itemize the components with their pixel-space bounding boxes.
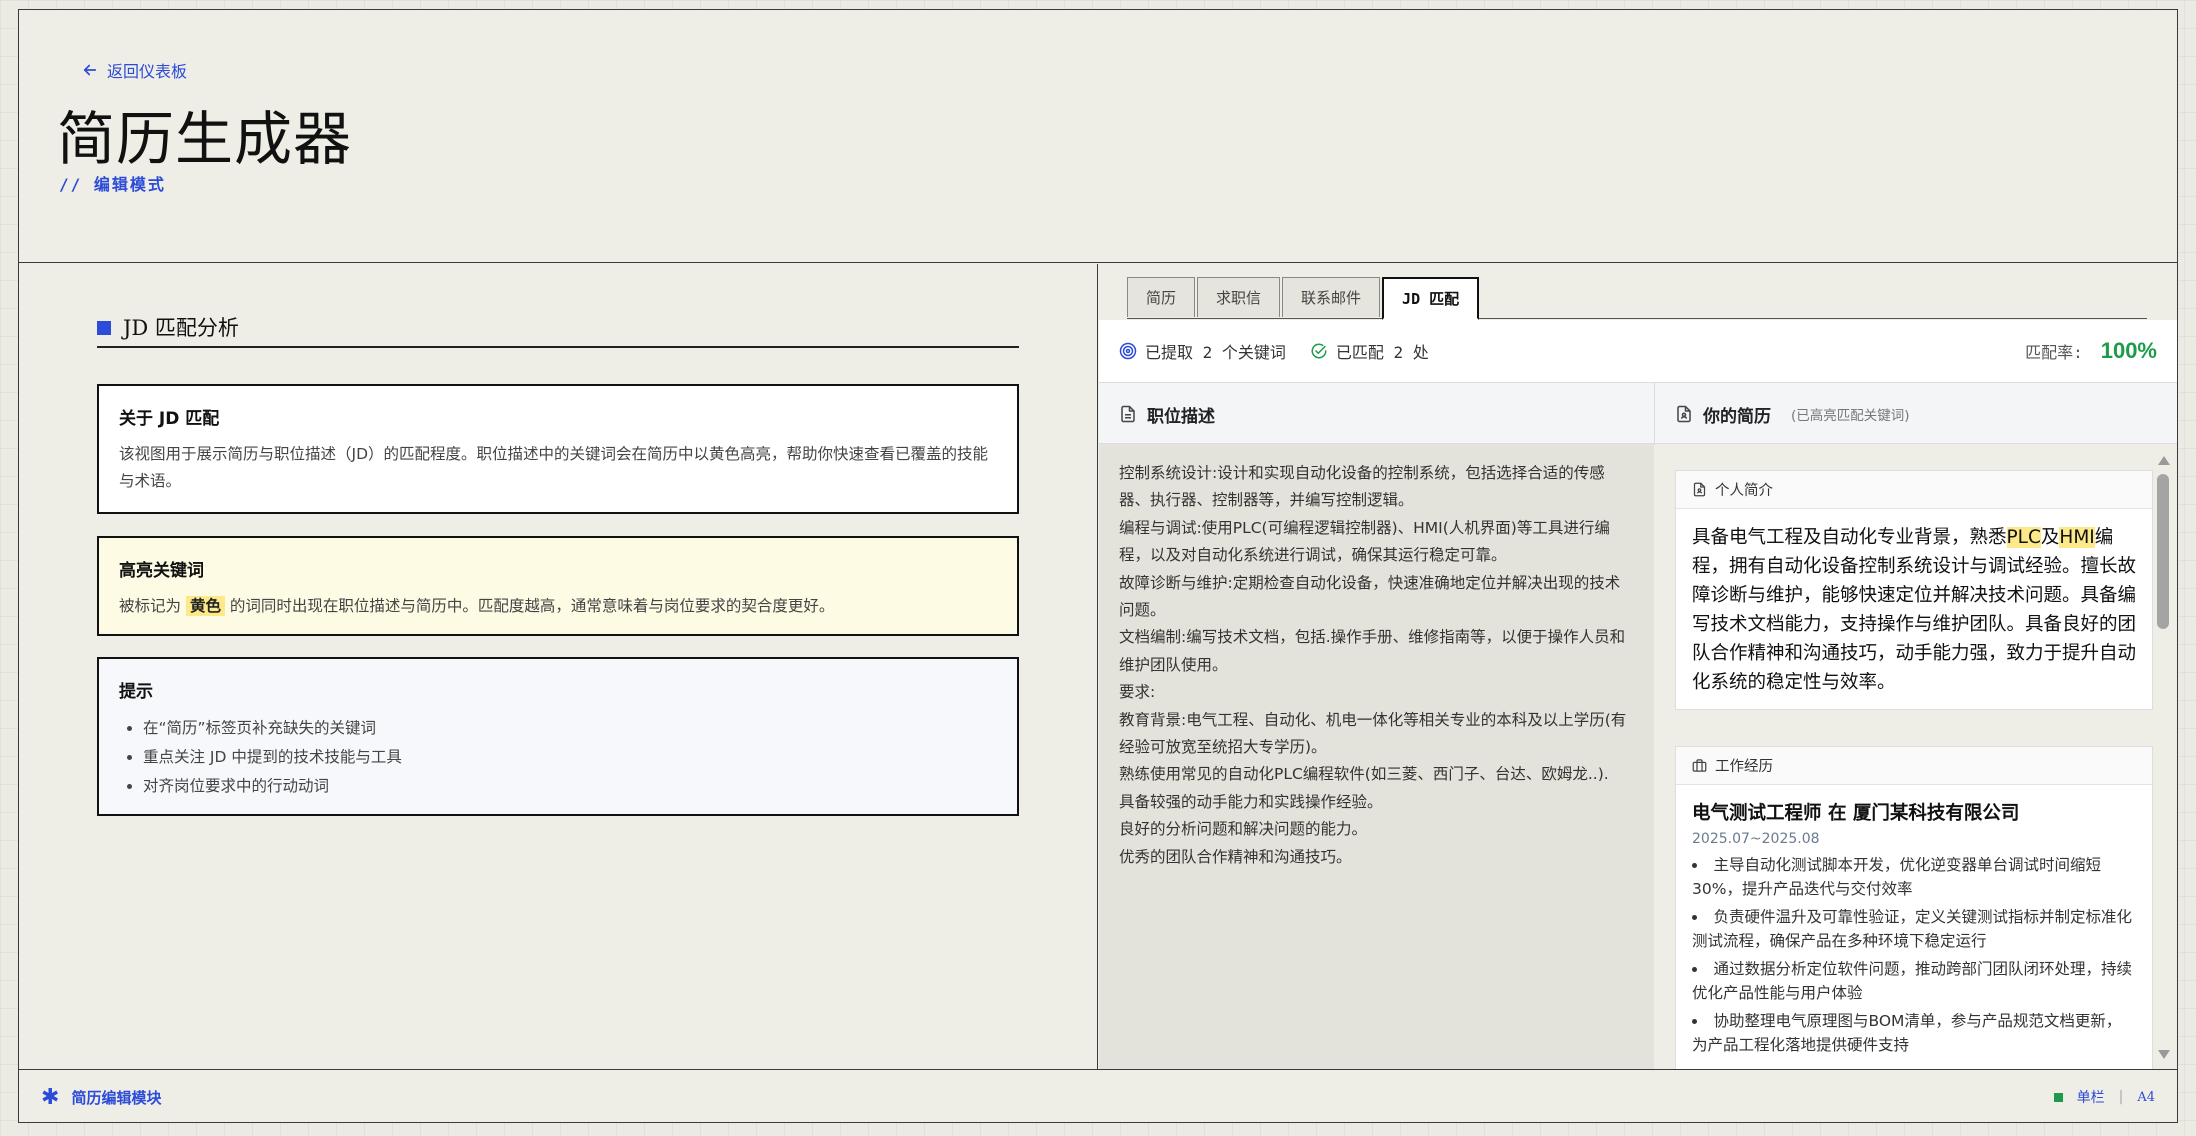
- scroll-up-icon[interactable]: [2158, 456, 2170, 465]
- job-bullet: 协助整理电气原理图与BOM清单，参与产品规范文档更新，为产品工程化落地提供硬件支…: [1692, 1009, 2136, 1057]
- paper-size[interactable]: A4: [2137, 1090, 2155, 1105]
- layout-mode[interactable]: 单栏: [2077, 1087, 2105, 1107]
- job-date: 2025.07~2025.08: [1692, 831, 1820, 847]
- about-title: 关于 JD 匹配: [119, 409, 220, 429]
- tab-jd-match[interactable]: JD 匹配: [1382, 277, 1480, 320]
- jd-line: 良好的分析问题和解决问题的能力。: [1119, 820, 1368, 839]
- status-dot-icon: [2053, 1092, 2063, 1102]
- tab-bar: 简历 求职信 联系邮件 JD 匹配: [1127, 277, 2147, 320]
- jd-line: 故障诊断与维护:定期检查自动化设备，快速准确地定位并解决出现的技术问题。: [1119, 573, 1621, 620]
- jd-line: 教育背景:电气工程、自动化、机电一体化等相关专业的本科及以上学历(有经验可放宽至…: [1119, 710, 1627, 757]
- column-headers: 职位描述 你的简历 (已高亮匹配关键词): [1099, 382, 2177, 445]
- scroll-down-icon[interactable]: [2158, 1050, 2170, 1059]
- tips-list: 在“简历”标签页补充缺失的关键词 重点关注 JD 中提到的技术技能与工具 对齐岗…: [119, 714, 997, 801]
- keyword-highlight: PLC: [2006, 527, 2041, 548]
- square-bullet-icon: [97, 321, 111, 335]
- resume-scrollbar[interactable]: [2155, 454, 2171, 1059]
- module-text: 简历编辑模块: [71, 1088, 162, 1107]
- summary-title: 个人简介: [1715, 483, 1773, 499]
- scroll-thumb[interactable]: [2157, 474, 2169, 629]
- tips-title: 提示: [119, 682, 153, 702]
- check-circle-icon: [1311, 343, 1327, 359]
- matched-text: 已匹配 2 处: [1335, 343, 1429, 362]
- match-rate-label: 匹配率:: [2025, 343, 2083, 362]
- summary-text-part: 编程，拥有自动化设备控制系统设计与调试经验。擅长故障诊断与维护，能够快速定位并解…: [1692, 527, 2137, 693]
- highlight-title: 高亮关键词: [119, 561, 204, 581]
- job-description-text: 控制系统设计:设计和实现自动化设备的控制系统，包括选择合适的传感器、执行器、控制…: [1099, 444, 1654, 1069]
- summary-card: 个人简介 具备电气工程及自动化专业背景，熟悉PLC及HMI编程，拥有自动化设备控…: [1675, 470, 2153, 710]
- section-title: JD 匹配分析: [123, 316, 239, 340]
- match-rate-value: 100%: [2100, 338, 2157, 363]
- back-to-dashboard-link[interactable]: 返回仪表板: [81, 58, 187, 82]
- preview-panel: 简历 求职信 联系邮件 JD 匹配 已提取 2 个关键词 已匹配 2 处 匹配率…: [1099, 264, 2177, 1069]
- highlight-suffix: 的词同时出现在职位描述与简历中。匹配度越高，通常意味着与岗位要求的契合度更好。: [229, 597, 835, 615]
- page-title: 简历生成器: [57, 105, 353, 173]
- summary-header: 个人简介: [1676, 471, 2152, 509]
- job-bullet: 通过数据分析定位软件问题，推动跨部门团队闭环处理，持续优化产品性能与用户体验: [1692, 957, 2136, 1005]
- jd-line: 熟练使用常见的自动化PLC编程软件(如三菱、西门子、台达、欧姆龙..).: [1119, 765, 1609, 784]
- jd-line: 具备较强的动手能力和实践操作经验。: [1119, 792, 1383, 811]
- analysis-panel: JD 匹配分析 关于 JD 匹配 该视图用于展示简历与职位描述（JD）的匹配程度…: [19, 264, 1098, 1069]
- footer-bar: ✱ 简历编辑模块 单栏 | A4: [19, 1069, 2177, 1124]
- experience-header: 工作经历: [1676, 747, 2152, 785]
- page-subtitle: // 编辑模式: [59, 175, 166, 194]
- file-user-icon: [1693, 482, 1706, 497]
- extracted-text: 已提取 2 个关键词: [1145, 343, 1286, 362]
- resume-note: (已高亮匹配关键词): [1791, 408, 1910, 424]
- about-body: 该视图用于展示简历与职位描述（JD）的匹配程度。职位描述中的关键词会在简历中以黄…: [119, 445, 989, 490]
- tab-cover-letter[interactable]: 求职信: [1197, 277, 1281, 317]
- match-stats-bar: 已提取 2 个关键词 已匹配 2 处 匹配率: 100%: [1099, 320, 2177, 382]
- jd-line: 文档编制:编写技术文档，包括.操作手册、维修指南等，以便于操作人员和维护团队使用…: [1119, 628, 1626, 674]
- highlight-body: 被标记为 黄色 的词同时出现在职位描述与简历中。匹配度越高，通常意味着与岗位要求…: [119, 593, 997, 620]
- jd-line: 优秀的团队合作精神和沟通技巧。: [1119, 847, 1352, 866]
- job-bullet: 负责硬件温升及可靠性验证，定义关键测试指标并制定标准化测试流程，确保产品在多种环…: [1692, 905, 2136, 953]
- tip-item: 重点关注 JD 中提到的技术技能与工具: [143, 743, 997, 772]
- column-divider: [1654, 383, 1655, 445]
- highlight-prefix: 被标记为: [119, 597, 182, 615]
- section-header: JD 匹配分析: [97, 312, 1019, 348]
- back-label: 返回仪表板: [107, 62, 188, 81]
- extracted-stat: 已提取 2 个关键词: [1119, 339, 1286, 363]
- layout-info: 单栏 | A4: [2053, 1087, 2155, 1107]
- experience-title: 工作经历: [1715, 759, 1773, 775]
- summary-text-part: 具备电气工程及自动化专业背景，熟悉: [1692, 527, 2007, 548]
- asterisk-icon: ✱: [41, 1084, 60, 1110]
- keyword-highlight: HMI: [2059, 527, 2095, 548]
- file-user-icon: [1677, 405, 1691, 423]
- job-bullets: 主导自动化测试脚本开发，优化逆变器单台调试时间缩短30%，提升产品迭代与交付效率…: [1676, 847, 2152, 1057]
- briefcase-icon: [1692, 759, 1707, 772]
- target-icon: [1119, 342, 1137, 360]
- app-frame: 返回仪表板 简历生成器 // 编辑模式 JD 匹配分析 关于 JD 匹配 该视图…: [18, 9, 2178, 1123]
- tips-card: 提示 在“简历”标签页补充缺失的关键词 重点关注 JD 中提到的技术技能与工具 …: [97, 657, 1019, 816]
- jd-line: 编程与调试:使用PLC(可编程逻辑控制器)、HMI(人机界面)等工具进行编程，以…: [1119, 518, 1610, 565]
- page-header: 返回仪表板 简历生成器 // 编辑模式: [19, 10, 2177, 263]
- module-label: ✱ 简历编辑模块: [41, 1085, 161, 1110]
- resume-heading: 你的简历: [1703, 406, 1771, 427]
- highlight-card: 高亮关键词 被标记为 黄色 的词同时出现在职位描述与简历中。匹配度越高，通常意味…: [97, 536, 1019, 636]
- jd-line: 要求:: [1119, 683, 1156, 702]
- resume-column-header: 你的简历 (已高亮匹配关键词): [1675, 383, 1910, 445]
- tab-resume[interactable]: 简历: [1127, 277, 1196, 317]
- summary-text-part: 及: [2040, 527, 2060, 548]
- about-card: 关于 JD 匹配 该视图用于展示简历与职位描述（JD）的匹配程度。职位描述中的关…: [97, 384, 1019, 514]
- tip-item: 在“简历”标签页补充缺失的关键词: [143, 714, 997, 743]
- jd-line: 控制系统设计:设计和实现自动化设备的控制系统，包括选择合适的传感器、执行器、控制…: [1119, 464, 1605, 510]
- match-rate: 匹配率: 100%: [2025, 338, 2157, 364]
- jd-heading: 职位描述: [1147, 406, 1215, 427]
- yellow-tag: 黄色: [185, 596, 225, 616]
- resume-preview[interactable]: 个人简介 具备电气工程及自动化专业背景，熟悉PLC及HMI编程，拥有自动化设备控…: [1655, 444, 2177, 1069]
- summary-text: 具备电气工程及自动化专业背景，熟悉PLC及HMI编程，拥有自动化设备控制系统设计…: [1676, 509, 2152, 711]
- jd-column-header: 职位描述: [1119, 383, 1215, 445]
- tab-contact-email[interactable]: 联系邮件: [1282, 277, 1381, 317]
- arrow-left-icon: [83, 64, 97, 76]
- experience-card: 工作经历 电气测试工程师 在 厦门某科技有限公司 2025.07~2025.08…: [1675, 746, 2153, 1069]
- divider: |: [2118, 1089, 2124, 1105]
- matched-stat: 已匹配 2 处: [1310, 339, 1429, 363]
- document-icon: [1121, 405, 1135, 423]
- job-bullet: 主导自动化测试脚本开发，优化逆变器单台调试时间缩短30%，提升产品迭代与交付效率: [1692, 853, 2136, 901]
- job-title: 电气测试工程师 在 厦门某科技有限公司: [1692, 803, 2020, 824]
- tip-item: 对齐岗位要求中的行动动词: [143, 772, 997, 801]
